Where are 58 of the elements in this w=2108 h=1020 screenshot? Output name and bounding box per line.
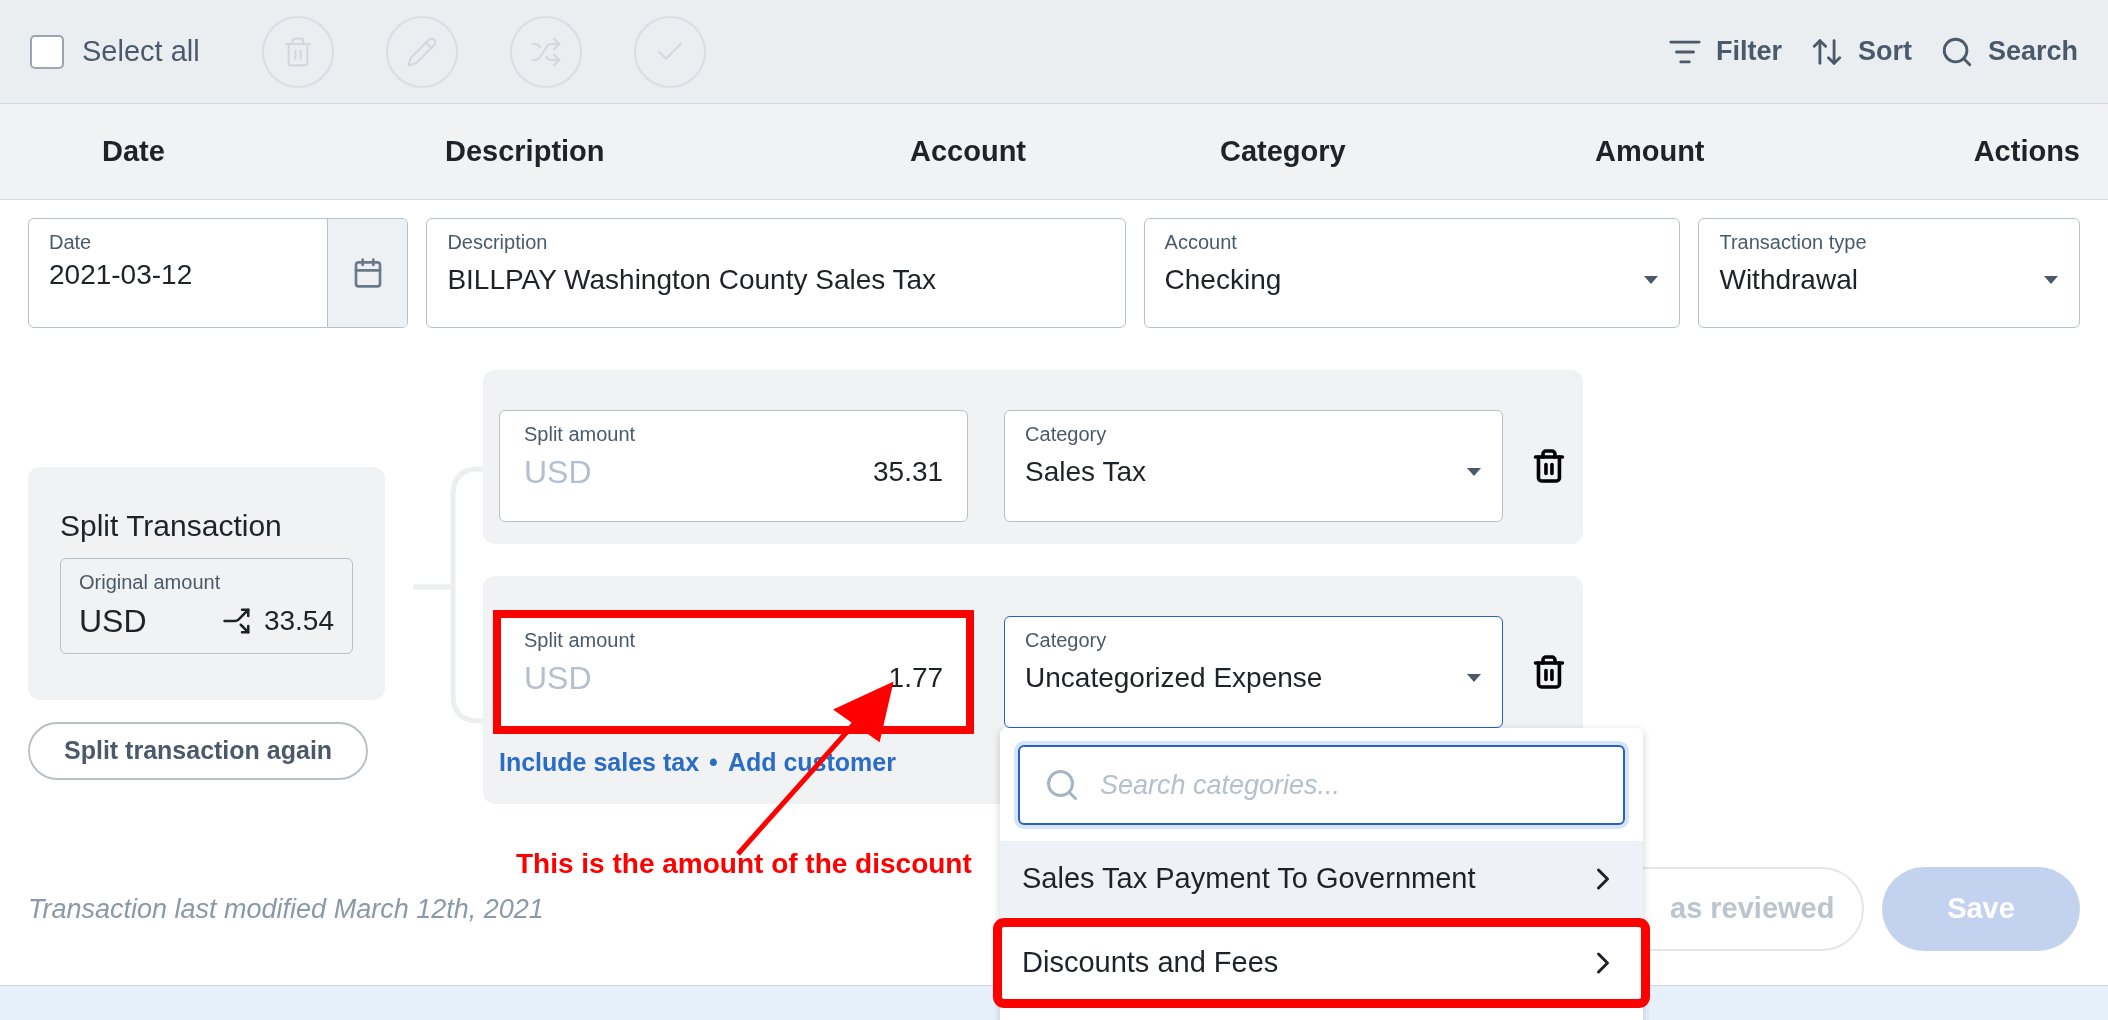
- dropdown-caret-icon: [1466, 673, 1483, 683]
- field-label: Category: [1025, 628, 1108, 653]
- category-option[interactable]: Sales Tax Payment To Government: [1000, 841, 1643, 917]
- field-label: Transaction type: [1719, 230, 1868, 255]
- field-value: Checking: [1164, 263, 1282, 297]
- currency-label: USD: [524, 659, 592, 698]
- search-icon: [1044, 767, 1080, 803]
- amount-value: 35.31: [873, 455, 944, 489]
- field-label: Original amount: [79, 570, 222, 595]
- trash-icon[interactable]: [1531, 654, 1567, 690]
- date-field[interactable]: Date 2021-03-12: [28, 218, 409, 328]
- field-label: Split amount: [524, 628, 637, 653]
- field-value: Sales Tax: [1025, 455, 1146, 489]
- calendar-button[interactable]: [327, 219, 408, 327]
- dropdown-caret-icon: [2043, 275, 2059, 285]
- field-value: 2021-03-12: [49, 258, 194, 292]
- currency-label: USD: [79, 602, 147, 641]
- field-label: Category: [1025, 422, 1108, 447]
- last-modified-text: Transaction last modified March 12th, 2021: [28, 892, 544, 926]
- field-value: Withdrawal: [1719, 263, 1858, 297]
- separator-dot: •: [709, 747, 718, 778]
- column-header: Actions: [1973, 133, 2081, 169]
- include-sales-tax-link[interactable]: Include sales tax: [499, 744, 700, 782]
- field-label: Account: [1164, 230, 1238, 255]
- account-select[interactable]: Account Checking: [1143, 218, 1681, 328]
- currency-label: USD: [524, 453, 592, 492]
- field-value: BILLPAY Washington County Sales Tax: [447, 263, 937, 297]
- column-header: Amount: [1595, 133, 1706, 169]
- search-input[interactable]: Search categories...: [1100, 764, 1599, 806]
- column-header: Date: [101, 133, 166, 169]
- split-again-button[interactable]: Split transaction again: [28, 722, 369, 780]
- split-icon: [221, 606, 252, 636]
- original-amount-value: 33.54: [263, 604, 334, 638]
- category-select[interactable]: Category Sales Tax: [1004, 410, 1504, 522]
- split-amount-field[interactable]: Split amount USD 35.31: [499, 410, 969, 522]
- description-field[interactable]: Description BILLPAY Washington County Sales Tax: [426, 218, 1126, 328]
- column-header: Category: [1220, 133, 1347, 169]
- annotation-text: This is the amount of the discount: [516, 847, 972, 881]
- field-label: Split amount: [524, 422, 637, 447]
- dropdown-caret-icon: [1466, 467, 1483, 477]
- pencil-icon: [405, 35, 438, 68]
- field-value: Uncategorized Expense: [1025, 661, 1323, 695]
- dropdown-caret-icon: [1643, 275, 1660, 285]
- field-label: Description: [447, 230, 549, 255]
- filter-button[interactable]: Filter: [1667, 31, 1782, 72]
- transaction-type-select[interactable]: Transaction type Withdrawal: [1698, 218, 2080, 328]
- card-title: Split Transaction: [60, 508, 283, 544]
- field-label: Date: [49, 230, 93, 255]
- amount-value: 1.77: [888, 661, 944, 695]
- shuffle-icon: [529, 35, 562, 68]
- select-all-label: Select all: [82, 33, 200, 69]
- sort-button[interactable]: Sort: [1809, 31, 1912, 72]
- checkbox[interactable]: [30, 34, 64, 69]
- column-header: Account: [910, 133, 1027, 169]
- trash-icon[interactable]: [1531, 448, 1567, 484]
- category-select[interactable]: Category Uncategorized Expense: [1004, 616, 1504, 728]
- search-button[interactable]: Search: [1939, 31, 2078, 72]
- column-header: Description: [445, 133, 606, 169]
